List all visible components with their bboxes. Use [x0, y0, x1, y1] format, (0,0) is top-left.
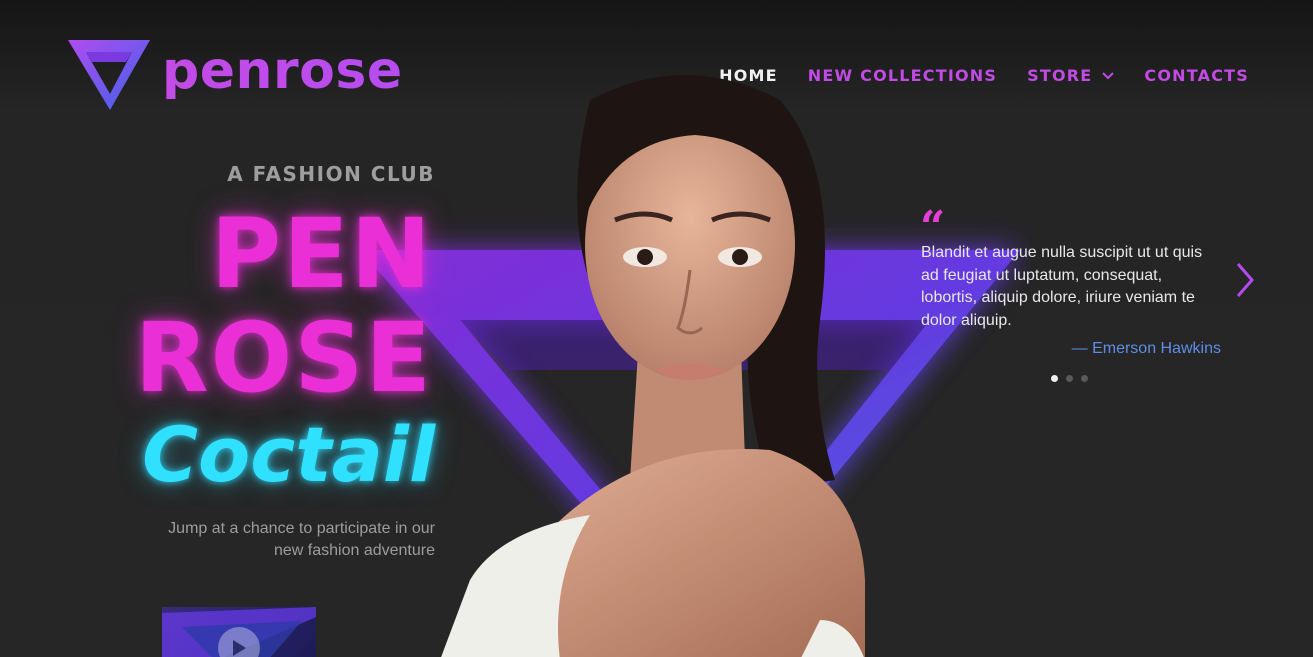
play-icon	[233, 640, 246, 656]
hero-tagline: Jump at a chance to participate in our n…	[168, 520, 435, 559]
chevron-down-icon	[1102, 71, 1115, 79]
brand-name: penrose	[162, 41, 403, 101]
nav-store-label: STORE	[1027, 66, 1093, 85]
carousel-dot[interactable]	[1051, 375, 1058, 382]
chevron-right-icon[interactable]	[1235, 262, 1255, 298]
testimonial-text: Blandit et augue nulla suscipit ut ut qu…	[921, 244, 1203, 329]
nav-store[interactable]: STORE	[1027, 66, 1115, 85]
hero-kicker: A FASHION CLUB	[227, 162, 435, 186]
hero-script-title: Coctail	[142, 410, 435, 499]
carousel-dot[interactable]	[1081, 375, 1088, 382]
carousel-dots	[1051, 375, 1088, 382]
logo[interactable]: penrose	[66, 36, 403, 112]
nav-contacts[interactable]: CONTACTS	[1144, 66, 1249, 85]
carousel-dot[interactable]	[1066, 375, 1073, 382]
video-thumbnail[interactable]	[162, 607, 316, 657]
page: penrose HOME NEW COLLECTIONS STORE CONTA…	[0, 0, 1313, 657]
hero-title-line2: ROSE	[134, 302, 433, 414]
model-portrait-image	[441, 75, 865, 657]
testimonial-author: — Emerson Hawkins	[1071, 340, 1221, 357]
penrose-triangle-logo-icon	[68, 40, 150, 110]
hero-title-line1: PEN	[210, 198, 433, 310]
